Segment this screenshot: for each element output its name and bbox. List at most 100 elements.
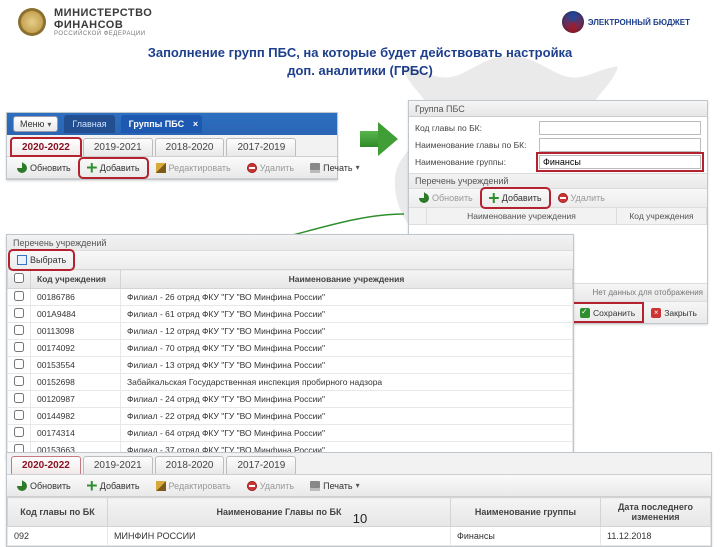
field-bk-name-label: Наименование главы по БК: <box>415 140 535 150</box>
table-row[interactable]: 00144982Филиал - 22 отряд ФКУ "ГУ "ВО Ми… <box>8 408 573 425</box>
edit-button[interactable]: Редактировать <box>150 478 237 494</box>
year-tab-2017-2019[interactable]: 2017-2019 <box>226 138 296 156</box>
year-tab-2018-2020[interactable]: 2018-2020 <box>155 456 225 474</box>
print-label: Печать <box>323 163 352 173</box>
refresh-button[interactable]: Обновить <box>11 160 77 176</box>
print-button[interactable]: Печать▾ <box>304 160 366 176</box>
table-row[interactable]: 00174314Филиал - 64 отряд ФКУ "ГУ "ВО Ми… <box>8 425 573 442</box>
year-tab-2019-2021[interactable]: 2019-2021 <box>83 456 153 474</box>
cell-code: 00153554 <box>31 357 121 374</box>
cell-code: 00144982 <box>31 408 121 425</box>
table-row[interactable]: 092 МИНФИН РОССИИ Финансы 11.12.2018 <box>8 527 711 546</box>
add-button[interactable]: Добавить <box>81 478 146 494</box>
table-row[interactable]: 00186786Филиал - 26 отряд ФКУ "ГУ "ВО Ми… <box>8 289 573 306</box>
row-checkbox[interactable] <box>14 342 24 352</box>
row-checkbox[interactable] <box>14 393 24 403</box>
delete-icon <box>247 163 257 173</box>
row-checkbox-cell <box>8 408 31 425</box>
edit-button[interactable]: Редактировать <box>150 160 237 176</box>
col-institution-name: Наименование учреждения <box>427 208 617 224</box>
plus-icon <box>87 163 97 173</box>
select-label: Выбрать <box>30 255 66 265</box>
col-last-modified: Дата последнего изменения <box>601 498 711 527</box>
select-button[interactable]: Выбрать <box>11 252 72 268</box>
row-checkbox-cell <box>8 323 31 340</box>
dialog-subtoolbar: Обновить Добавить Удалить <box>409 189 707 207</box>
row-checkbox-cell <box>8 374 31 391</box>
close-label: Закрыть <box>664 308 697 318</box>
ministry-line2: ФИНАНСОВ <box>54 19 152 31</box>
tab-home[interactable]: Главная <box>64 115 114 133</box>
row-checkbox-cell <box>8 289 31 306</box>
print-button[interactable]: Печать ▾ <box>304 478 366 494</box>
cell-name: Забайкальская Государственная инспекция … <box>121 374 573 391</box>
cell-group-name: Финансы <box>451 527 601 546</box>
row-checkbox[interactable] <box>14 291 24 301</box>
tab-active-label: Группы ПБС <box>129 119 185 129</box>
delete-button[interactable]: Удалить <box>241 478 300 494</box>
year-tab-2020-2022[interactable]: 2020-2022 <box>11 138 81 156</box>
dialog-refresh-button[interactable]: Обновить <box>413 190 479 206</box>
delete-label: Удалить <box>260 481 294 491</box>
row-checkbox[interactable] <box>14 308 24 318</box>
cell-bk-name: МИНФИН РОССИИ <box>108 527 451 546</box>
print-label: Печать <box>323 481 352 491</box>
edit-icon <box>156 481 166 491</box>
year-tabs: 2020-2022 2019-2021 2018-2020 2017-2019 <box>7 135 337 157</box>
close-tab-icon[interactable]: × <box>193 119 198 129</box>
save-button[interactable]: Сохранить <box>574 305 641 320</box>
header-checkbox[interactable] <box>14 273 24 283</box>
table-row[interactable]: 001А9484Филиал - 61 отряд ФКУ "ГУ "ВО Ми… <box>8 306 573 323</box>
add-button[interactable]: Добавить <box>81 160 146 176</box>
col-bk-code: Код главы по БК <box>8 498 108 527</box>
cell-code: 00186786 <box>31 289 121 306</box>
col-group-name: Наименование группы <box>451 498 601 527</box>
field-bk-code-input[interactable] <box>539 121 701 135</box>
col-name: Наименование учреждения <box>121 270 573 289</box>
tab-groups-pbs[interactable]: Группы ПБС × <box>121 115 203 133</box>
field-bk-name-input[interactable] <box>539 138 701 152</box>
close-button[interactable]: ×Закрыть <box>645 305 703 320</box>
dialog-delete-button[interactable]: Удалить <box>552 190 611 206</box>
dialog-add-button[interactable]: Добавить <box>483 190 548 206</box>
row-checkbox[interactable] <box>14 376 24 386</box>
select-icon <box>17 255 27 265</box>
cell-name: Филиал - 64 отряд ФКУ "ГУ "ВО Минфина Ро… <box>121 425 573 442</box>
refresh-button[interactable]: Обновить <box>11 478 77 494</box>
table-row[interactable]: 00153554Филиал - 13 отряд ФКУ "ГУ "ВО Ми… <box>8 357 573 374</box>
chevron-down-icon: ▾ <box>356 481 360 490</box>
save-label: Сохранить <box>593 308 635 318</box>
pager-empty-label: Нет данных для отображения <box>593 288 703 297</box>
page-number: 10 <box>353 511 367 526</box>
badge-icon <box>562 11 584 33</box>
dialog-delete-label: Удалить <box>571 193 605 203</box>
table-row[interactable]: 00174092Филиал - 70 отряд ФКУ "ГУ "ВО Ми… <box>8 340 573 357</box>
main-toolbar: Обновить Добавить Редактировать Удалить … <box>7 157 337 179</box>
year-tab-2020-2022[interactable]: 2020-2022 <box>11 456 81 474</box>
year-tab-2018-2020[interactable]: 2018-2020 <box>155 138 225 156</box>
edit-icon <box>156 163 166 173</box>
refresh-icon <box>17 163 27 173</box>
col-institution-code: Код учреждения <box>617 208 707 224</box>
table-row[interactable]: 00152698Забайкальская Государственная ин… <box>8 374 573 391</box>
table-row[interactable]: 00120987Филиал - 24 отряд ФКУ "ГУ "ВО Ми… <box>8 391 573 408</box>
slide-header: МИНИСТЕРСТВО ФИНАНСОВ РОССИЙСКОЙ ФЕДЕРАЦ… <box>0 0 720 44</box>
refresh-label: Обновить <box>30 481 71 491</box>
row-checkbox[interactable] <box>14 427 24 437</box>
field-group-name-label: Наименование группы: <box>415 157 535 167</box>
row-checkbox-cell <box>8 391 31 408</box>
year-tab-2017-2019[interactable]: 2017-2019 <box>226 456 296 474</box>
delete-button[interactable]: Удалить <box>241 160 300 176</box>
menu-button[interactable]: Меню ▾ <box>13 116 58 132</box>
table-row[interactable]: 00113098Филиал - 12 отряд ФКУ "ГУ "ВО Ми… <box>8 323 573 340</box>
field-group-name-input[interactable] <box>539 155 701 169</box>
ministry-emblem-icon <box>18 8 46 36</box>
year-tab-2019-2021[interactable]: 2019-2021 <box>83 138 153 156</box>
arrow-thin-icon <box>226 232 406 233</box>
row-checkbox[interactable] <box>14 410 24 420</box>
row-checkbox[interactable] <box>14 359 24 369</box>
delete-icon <box>558 193 568 203</box>
col-checkbox[interactable] <box>8 270 31 289</box>
row-checkbox[interactable] <box>14 325 24 335</box>
refresh-icon <box>419 193 429 203</box>
